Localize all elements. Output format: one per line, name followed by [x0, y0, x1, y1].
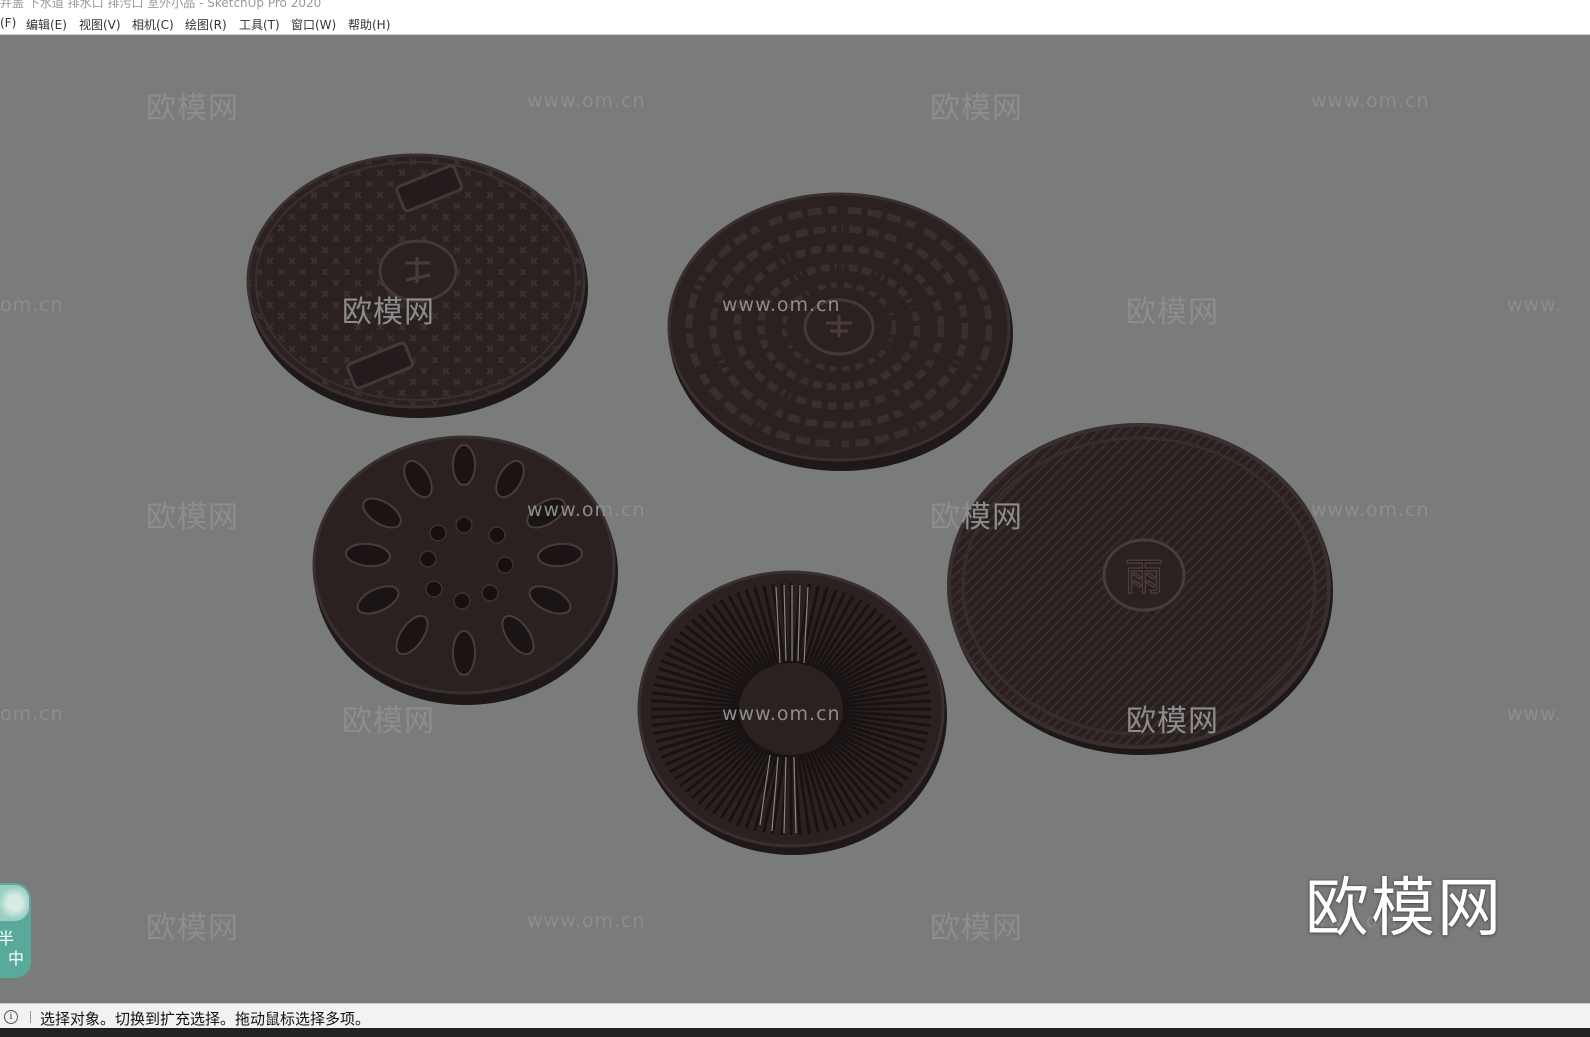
side-badge[interactable]: 半 中	[0, 883, 31, 978]
menu-camera[interactable]: 相机(C)	[132, 16, 174, 33]
watermark-text: 欧模网	[930, 500, 1023, 535]
window-title: 井盖 下水道 排水口 排污口 室外小品 - SketchUp Pro 2020	[0, 0, 322, 10]
menu-tools[interactable]: 工具(T)	[239, 16, 280, 33]
watermark-url: www.om.cn	[527, 499, 646, 521]
badge-flower-icon	[0, 885, 29, 921]
taskbar-strip	[0, 1028, 1590, 1037]
title-bar: 井盖 下水道 排水口 排污口 室外小品 - SketchUp Pro 2020	[0, 0, 1590, 12]
menu-window[interactable]: 窗口(W)	[291, 16, 336, 33]
cover-emblem-glyph: 雨	[1125, 555, 1163, 599]
menu-view[interactable]: 视图(V)	[79, 16, 121, 33]
watermark-text: 欧模网	[146, 500, 239, 535]
watermark-text: 欧模网	[146, 91, 239, 126]
watermark-url: www.om.cn	[722, 703, 841, 725]
menu-file[interactable]: (F)	[0, 16, 16, 30]
watermark-text: 欧模网	[146, 911, 239, 946]
big-watermark-logo: 欧模网	[1305, 872, 1503, 946]
watermark-url-fragment: om.cn	[0, 703, 64, 725]
menu-draw[interactable]: 绘图(R)	[185, 16, 227, 33]
watermark-url: www.om.cn	[527, 910, 646, 932]
status-text: 选择对象。切换到扩充选择。拖动鼠标选择多项。	[40, 1010, 371, 1028]
watermark-url-prefix: www.	[1507, 294, 1562, 316]
manhole-cover-radial-rings[interactable]	[667, 192, 1013, 471]
menu-edit[interactable]: 编辑(E)	[26, 16, 67, 33]
watermark-text: 欧模网	[1126, 704, 1219, 739]
menu-bar: (F) 编辑(E) 视图(V) 相机(C) 绘图(R) 工具(T) 窗口(W) …	[0, 12, 1590, 35]
watermark-url: www.om.cn	[1311, 90, 1430, 112]
status-divider	[30, 1011, 31, 1023]
watermark-text: 欧模网	[930, 911, 1023, 946]
watermark-url: www.om.cn	[1311, 499, 1430, 521]
watermark-url: www.om.cn	[722, 294, 841, 316]
menu-help[interactable]: 帮助(H)	[348, 16, 390, 33]
watermark-text: 欧模网	[342, 704, 435, 739]
info-icon[interactable]: i	[4, 1010, 18, 1024]
status-bar: i 选择对象。切换到扩充选择。拖动鼠标选择多项。	[0, 1003, 1590, 1029]
watermark-url: www.om.cn	[527, 90, 646, 112]
watermark-text: 欧模网	[1126, 295, 1219, 330]
watermark-url-fragment: om.cn	[0, 294, 64, 316]
badge-char: 中	[8, 949, 25, 968]
drain-cover-teardrop-holes[interactable]	[312, 435, 618, 705]
watermark-text: 欧模网	[342, 295, 435, 330]
model-viewport[interactable]: 雨 欧模网 www.om.cn 欧模网 www.om.cn om.cn 欧模网 …	[0, 35, 1590, 1003]
watermark-url-prefix: www.	[1507, 703, 1562, 725]
watermark-text: 欧模网	[930, 91, 1023, 126]
